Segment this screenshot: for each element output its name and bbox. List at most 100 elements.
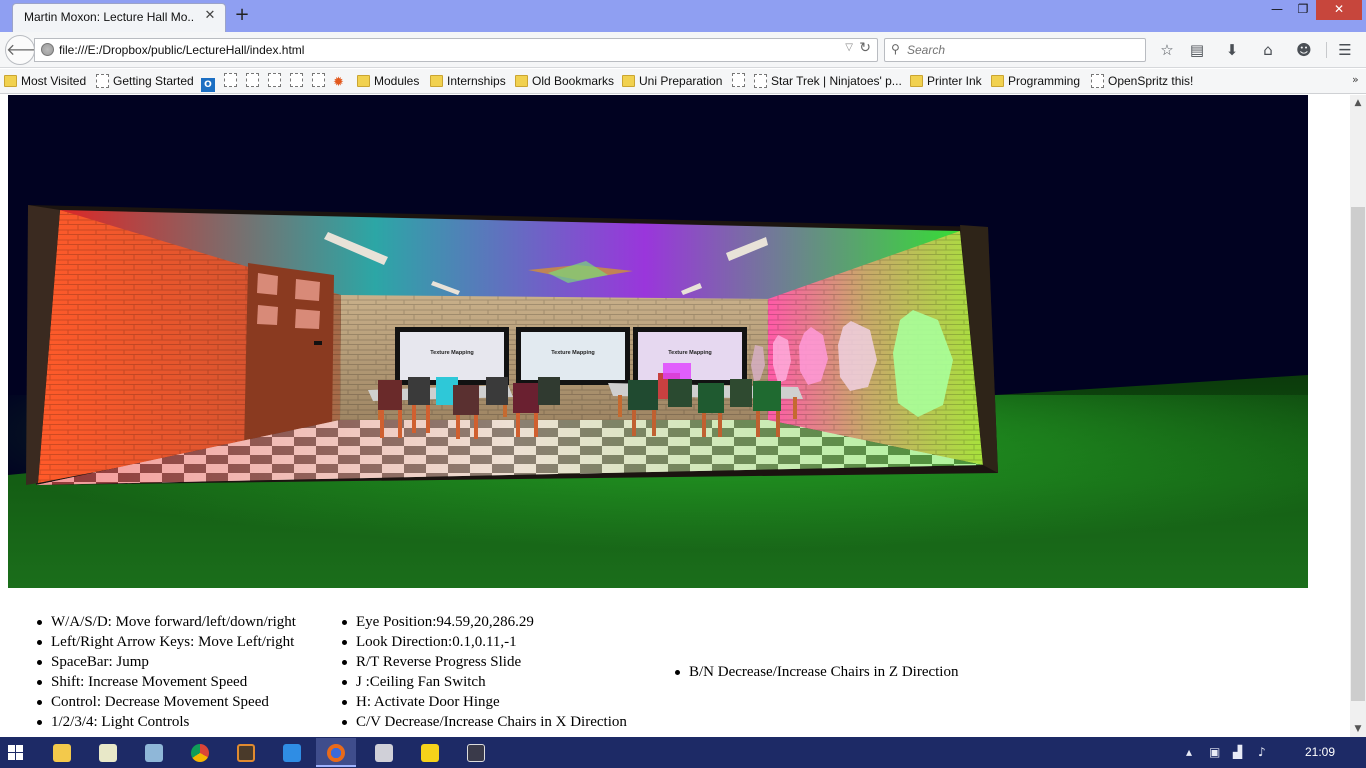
page-icon <box>1091 74 1104 88</box>
folder-icon <box>991 75 1004 87</box>
folder-icon <box>430 75 443 87</box>
url-text: file:///E:/Dropbox/public/LectureHall/in… <box>59 43 305 57</box>
folder-icon <box>910 75 923 87</box>
page-icon <box>732 73 745 87</box>
page-icon <box>246 73 259 87</box>
bookmark-old-bookmarks[interactable]: Old Bookmarks <box>515 73 614 91</box>
scroll-down-icon[interactable]: ▼ <box>1350 721 1366 737</box>
controls-list-movement: W/A/S/D: Move forward/left/down/right Le… <box>37 612 296 732</box>
controls-list-chairs: B/N Decrease/Increase Chairs in Z Direct… <box>674 662 959 682</box>
folder-icon <box>515 75 528 87</box>
volume-icon[interactable]: ♪ <box>1258 745 1266 759</box>
sublime-text-icon[interactable] <box>226 738 266 767</box>
screen-heading-3: Texture Mapping <box>668 350 712 356</box>
scroll-thumb[interactable] <box>1351 207 1365 701</box>
folder-icon <box>622 75 635 87</box>
menu-icon[interactable]: ☰ <box>1334 39 1356 61</box>
control-item: SpaceBar: Jump <box>37 652 296 672</box>
windows-start-icon[interactable] <box>8 745 24 761</box>
look-direction: Look Direction:0.1,0.11,-1 <box>342 632 627 652</box>
bookmark-getting-started[interactable]: Getting Started <box>96 73 194 91</box>
chat-icon[interactable]: ☻ <box>1293 39 1315 61</box>
minimize-button[interactable]: — <box>1264 0 1290 20</box>
search-bar[interactable]: ⚲ <box>884 38 1146 62</box>
controls-list-status: Eye Position:94.59,20,286.29 Look Direct… <box>342 612 627 732</box>
windows-taskbar: ▴ ▣ ▟ ♪ 21:09 <box>0 737 1366 768</box>
scroll-up-icon[interactable]: ▲ <box>1350 95 1366 111</box>
history-dropdown-icon[interactable]: ▽ <box>845 42 853 53</box>
show-hidden-icons[interactable]: ▴ <box>1186 745 1192 759</box>
home-icon[interactable]: ⌂ <box>1257 39 1279 61</box>
bookmark-printer-ink[interactable]: Printer Ink <box>910 73 982 91</box>
search-input[interactable] <box>907 41 1139 59</box>
lecture-hall-scene: Texture Mapping Texture Mapping Texture … <box>8 95 1308 588</box>
page-icon <box>290 73 303 87</box>
webgl-canvas[interactable]: Texture Mapping Texture Mapping Texture … <box>8 95 1308 588</box>
chevron-right-icon[interactable]: » <box>1352 73 1359 86</box>
folder-icon <box>4 75 17 87</box>
network-icon[interactable]: ▣ <box>1209 745 1220 759</box>
control-item: R/T Reverse Progress Slide <box>342 652 627 672</box>
bookmark-blank[interactable] <box>732 73 749 91</box>
bookmark-outlook[interactable]: O <box>201 73 215 92</box>
plus-icon[interactable]: + <box>232 6 252 26</box>
outlook-icon: O <box>201 78 215 92</box>
page-icon <box>312 73 325 87</box>
toolbar-separator <box>1326 42 1327 58</box>
firefox-icon[interactable] <box>316 738 356 767</box>
page-icon <box>754 74 767 88</box>
control-item: Shift: Increase Movement Speed <box>37 672 296 692</box>
bookmark-fire[interactable]: ✹ <box>333 73 347 91</box>
paint-icon[interactable] <box>364 738 404 767</box>
photo-viewer-icon[interactable] <box>134 738 174 767</box>
page-icon <box>224 73 237 87</box>
control-item: B/N Decrease/Increase Chairs in Z Direct… <box>674 664 959 680</box>
chat-app-icon[interactable] <box>410 738 450 767</box>
control-item: Left/Right Arrow Keys: Move Left/right <box>37 634 295 650</box>
signal-icon[interactable]: ▟ <box>1233 745 1242 759</box>
bookmark-uni-preparation[interactable]: Uni Preparation <box>622 73 722 91</box>
bookmark-modules[interactable]: Modules <box>357 73 419 91</box>
chrome-icon[interactable] <box>180 738 220 767</box>
control-item: W/A/S/D: Move forward/left/down/right <box>37 614 296 630</box>
bookmarks-toolbar: Most Visited Getting Started O ✹ Modules… <box>0 69 1366 94</box>
bookmark-blank[interactable] <box>268 73 285 91</box>
bookmark-blank[interactable] <box>312 73 329 91</box>
back-button[interactable]: 🡐 <box>5 35 49 65</box>
bookmark-openspritz[interactable]: OpenSpritz this! <box>1091 73 1193 91</box>
clock[interactable]: 21:09 <box>1305 745 1335 759</box>
folder-icon <box>357 75 370 87</box>
close-button[interactable]: ✕ <box>1316 0 1362 20</box>
control-item: H: Activate Door Hinge <box>342 692 627 712</box>
close-tab-icon[interactable]: ✕ <box>203 9 217 23</box>
bookmark-internships[interactable]: Internships <box>430 73 506 91</box>
wps-writer-icon[interactable] <box>272 738 312 767</box>
address-bar[interactable]: file:///E:/Dropbox/public/LectureHall/in… <box>34 38 878 62</box>
notepad-icon[interactable] <box>88 738 128 767</box>
screen-heading-2: Texture Mapping <box>551 350 595 356</box>
bookmark-blank[interactable] <box>246 73 263 91</box>
control-item: J :Ceiling Fan Switch <box>342 672 627 692</box>
task-app-icon[interactable] <box>456 738 496 767</box>
reload-icon[interactable]: ↻ <box>859 40 871 56</box>
page-viewport: Texture Mapping Texture Mapping Texture … <box>0 95 1366 737</box>
flame-icon: ✹ <box>333 75 344 90</box>
control-item: 1/2/3/4: Light Controls <box>37 712 296 732</box>
page-icon <box>96 74 109 88</box>
browser-tab[interactable]: Martin Moxon: Lecture Hall Mo... ✕ <box>12 3 226 32</box>
bookmark-star-trek[interactable]: Star Trek | Ninjatoes' p... <box>754 73 902 91</box>
title-bar: Martin Moxon: Lecture Hall Mo... ✕ + — ❐… <box>0 0 1366 32</box>
vertical-scrollbar[interactable]: ▲ ▼ <box>1350 95 1366 737</box>
bookmark-most-visited[interactable]: Most Visited <box>4 73 86 91</box>
page-icon <box>268 73 281 87</box>
bookmark-programming[interactable]: Programming <box>991 73 1080 91</box>
bookmark-blank[interactable] <box>224 73 241 91</box>
bookmark-blank[interactable] <box>290 73 307 91</box>
file-explorer-icon[interactable] <box>42 738 82 767</box>
reading-list-icon[interactable]: ▤ <box>1186 39 1208 61</box>
star-icon[interactable]: ☆ <box>1156 39 1178 61</box>
control-item: C/V Decrease/Increase Chairs in X Direct… <box>342 714 627 730</box>
navigation-toolbar: 🡐 file:///E:/Dropbox/public/LectureHall/… <box>0 32 1366 68</box>
maximize-button[interactable]: ❐ <box>1290 0 1316 20</box>
download-icon[interactable]: ⬇ <box>1221 39 1243 61</box>
